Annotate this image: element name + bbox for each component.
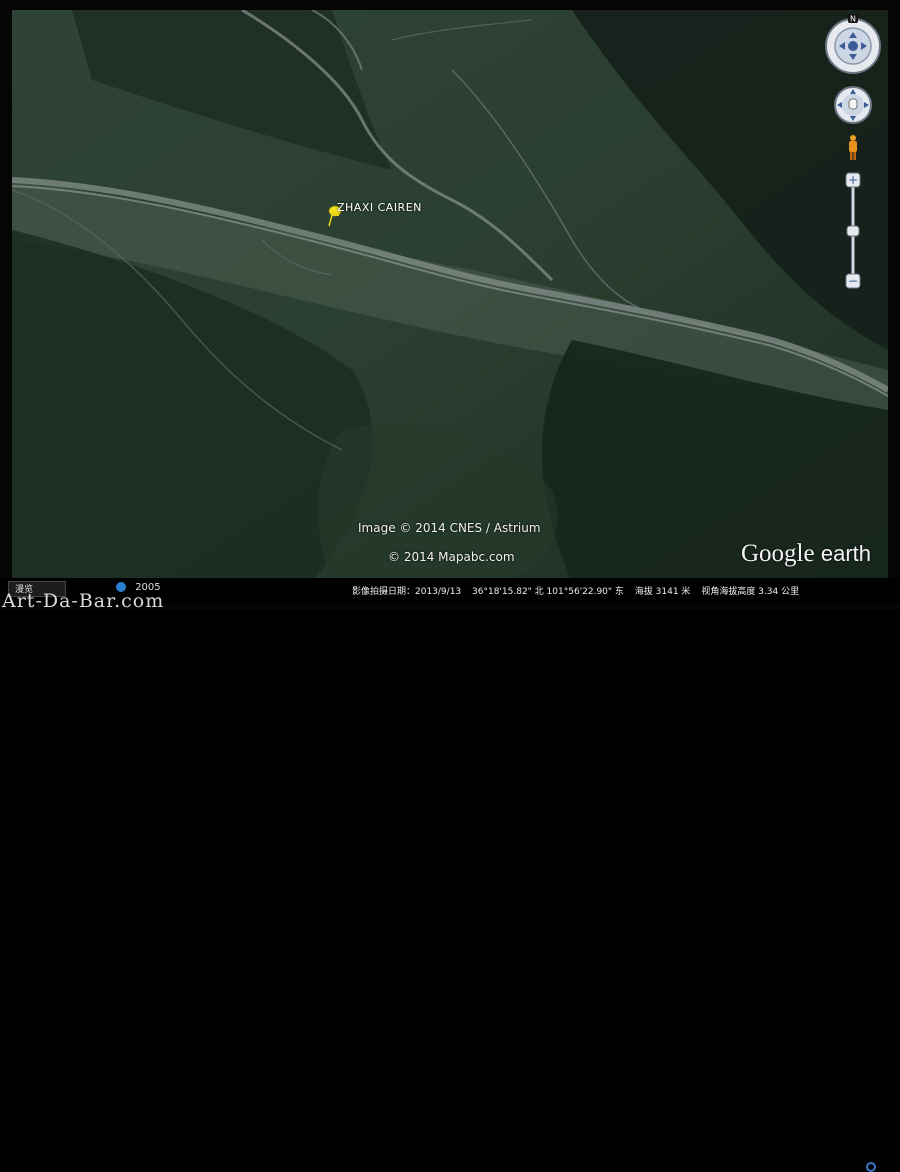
terrain-imagery: [12, 10, 888, 582]
google-wordmark: Google: [741, 540, 815, 567]
coordinates-readout: 36°18'15.82" 北 101°56'22.90" 东: [472, 587, 624, 597]
placemark-label[interactable]: ZHAXI CAIREN: [337, 201, 422, 214]
status-info: 影像拍摄日期：2013/9/13 36°18'15.82" 北 101°56'2…: [352, 584, 807, 597]
zoom-slider-thumb[interactable]: [846, 225, 860, 237]
imagery-credit: Image © 2014 CNES / Astrium: [358, 521, 541, 535]
zoom-in-button[interactable]: +: [848, 173, 858, 187]
elevation-readout: 海拔 3141 米: [634, 587, 691, 597]
watermark-text: Art-Da-Bar.com: [2, 590, 165, 612]
street-view-pegman-icon[interactable]: [846, 134, 860, 162]
zoom-slider[interactable]: + −: [845, 172, 861, 290]
eye-altitude-readout: 视角海拔高度 3.34 公里: [701, 587, 800, 597]
compass-look-control[interactable]: N: [823, 14, 883, 76]
imagery-date: 影像拍摄日期：2013/9/13: [352, 587, 462, 597]
compass-north-label: N: [850, 15, 856, 24]
move-hand-control[interactable]: [833, 85, 873, 125]
map-credit: © 2014 Mapabc.com: [388, 550, 515, 564]
zoom-out-button[interactable]: −: [848, 274, 858, 288]
google-earth-logo: Google earth: [741, 540, 871, 568]
satellite-map-view[interactable]: ZHAXI CAIREN Image © 2014 CNES / Astrium…: [12, 10, 888, 582]
streaming-status-icon: [866, 1162, 876, 1172]
earth-wordmark: earth: [820, 541, 872, 566]
app-frame: ZHAXI CAIREN Image © 2014 CNES / Astrium…: [0, 0, 900, 1172]
